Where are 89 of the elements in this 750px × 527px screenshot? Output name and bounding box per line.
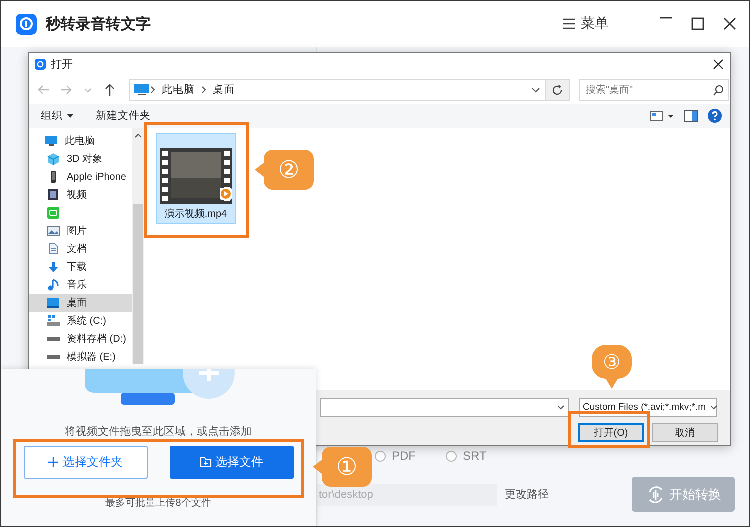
new-folder-button[interactable]: 新建文件夹 xyxy=(96,109,151,123)
breadcrumb-item[interactable]: 此电脑 xyxy=(162,83,195,97)
sidebar-item-label: 视频 xyxy=(67,188,87,202)
file-item[interactable]: 演示视频.mp4 xyxy=(156,133,236,224)
callout-pointer xyxy=(313,460,322,474)
computer-icon xyxy=(134,84,150,96)
drive-icon xyxy=(47,355,60,359)
open-button[interactable]: 打开(O) xyxy=(578,423,644,442)
app-logo-icon xyxy=(16,14,37,34)
help-icon[interactable] xyxy=(708,109,722,123)
breadcrumb-item[interactable]: 桌面 xyxy=(213,83,235,97)
organize-menu-button[interactable]: 组织 xyxy=(41,109,74,123)
drive-icon xyxy=(47,314,60,328)
caret-icon xyxy=(557,404,565,410)
file-type-dropdown[interactable]: Custom Files (*.avi;*.mkv;*.m xyxy=(579,398,717,417)
callout-pointer xyxy=(606,379,618,389)
sidebar-item-label: 图片 xyxy=(67,224,87,238)
up-arrow-icon xyxy=(103,83,117,97)
refresh-button[interactable] xyxy=(546,79,570,101)
caret-icon xyxy=(710,404,718,410)
sidebar-item[interactable]: 视频 xyxy=(29,186,132,204)
sidebar-item-label: 模拟器 (E:) xyxy=(67,350,116,364)
sidebar-item[interactable]: 模拟器 (E:) xyxy=(29,348,132,366)
video-file-icon xyxy=(160,148,232,204)
maximize-icon xyxy=(691,17,705,31)
sidebar-item[interactable]: 系统 (C:) xyxy=(29,312,132,330)
sidebar-item[interactable]: Apple iPhone xyxy=(29,168,132,186)
sidebar-item-label: 下载 xyxy=(67,260,87,274)
up-button[interactable] xyxy=(103,83,117,97)
select-folder-button[interactable]: 选择文件夹 xyxy=(24,446,148,479)
plus-icon xyxy=(48,457,59,468)
minimize-icon xyxy=(659,17,673,19)
sidebar-item-label: 音乐 xyxy=(67,278,87,292)
sidebar-item[interactable]: 桌面 xyxy=(29,294,132,312)
sidebar-item-label: 桌面 xyxy=(67,296,87,310)
down-arrow-icon xyxy=(47,260,60,274)
sidebar-item-label: 此电脑 xyxy=(65,134,95,148)
sidebar-item[interactable]: 音乐 xyxy=(29,276,132,294)
sidebar-item-label: 系统 (C:) xyxy=(67,314,106,328)
film-icon xyxy=(47,188,60,202)
dropdown-caret-icon[interactable] xyxy=(531,85,541,95)
caret-icon xyxy=(67,114,74,118)
sidebar-item[interactable]: 此电脑 xyxy=(29,132,132,150)
chevron-icon xyxy=(150,86,156,94)
document-icon xyxy=(47,242,60,256)
chevron-icon xyxy=(201,86,207,94)
app-title: 秒转录音转文字 xyxy=(46,14,151,34)
back-arrow-icon xyxy=(37,83,51,97)
view-options-icon[interactable] xyxy=(650,110,674,122)
dialog-title: 打开 xyxy=(51,58,73,72)
close-button[interactable] xyxy=(723,17,737,31)
sidebar-item[interactable]: 下载 xyxy=(29,258,132,276)
drive-icon xyxy=(47,337,60,341)
step-callout: ② xyxy=(255,150,314,190)
app-icon xyxy=(47,206,60,220)
sidebar-item[interactable]: 3D 对象 xyxy=(29,150,132,168)
cube-icon xyxy=(47,152,60,166)
close-button[interactable] xyxy=(713,59,724,70)
close-icon xyxy=(723,17,737,31)
sidebar-item[interactable]: 资料存档 (D:) xyxy=(29,330,132,348)
upload-hint: 将视频文件拖曳至此区域，或点击添加 xyxy=(65,424,252,439)
search-field[interactable]: 搜索"桌面" xyxy=(579,79,729,101)
menu-icon xyxy=(562,18,576,30)
sidebar-item-label: 文档 xyxy=(67,242,87,256)
address-bar[interactable]: 此电脑 桌面 xyxy=(129,79,546,101)
forward-arrow-icon xyxy=(59,83,73,97)
upload-limit-note: 最多可批量上传8个文件 xyxy=(106,497,212,510)
scrollbar[interactable] xyxy=(132,128,144,364)
change-path-link[interactable]: 更改路径 xyxy=(505,487,549,502)
sidebar-item[interactable]: 图片 xyxy=(29,222,132,240)
cancel-button[interactable]: 取消 xyxy=(652,423,718,442)
file-name-field[interactable] xyxy=(320,398,569,417)
sidebar-item-label: 资料存档 (D:) xyxy=(67,332,126,346)
app-logo-icon xyxy=(35,59,46,70)
refresh-icon xyxy=(552,84,563,96)
step-callout: ① xyxy=(313,447,372,487)
music-note-icon xyxy=(47,278,60,292)
folder-plus-icon xyxy=(200,457,212,468)
sidebar-item-label: 3D 对象 xyxy=(67,152,103,166)
sidebar-item-label: Apple iPhone xyxy=(67,172,126,182)
select-file-button[interactable]: 选择文件 xyxy=(170,446,294,479)
desktop-icon xyxy=(47,296,60,310)
picture-icon xyxy=(47,224,60,238)
sidebar-item[interactable]: 文档 xyxy=(29,240,132,258)
preview-pane-icon[interactable] xyxy=(684,110,698,122)
maximize-button[interactable] xyxy=(691,17,705,31)
callout-pointer xyxy=(255,163,264,177)
computer-icon xyxy=(45,134,58,148)
menu-button[interactable]: 菜单 xyxy=(562,15,609,33)
